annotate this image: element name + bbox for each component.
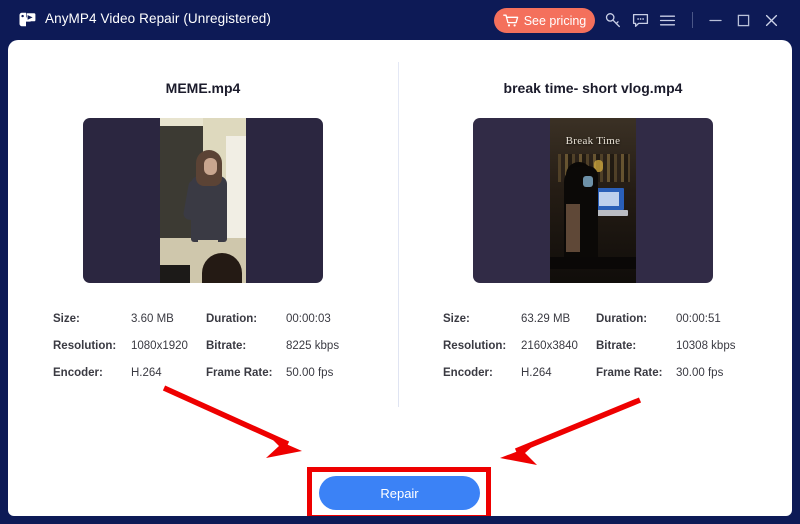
video-title-2: break time- short vlog.mp4: [428, 80, 758, 96]
meta-value-encoder-1: H.264: [131, 359, 206, 386]
hamburger-menu-icon[interactable]: [658, 11, 677, 30]
meta-label-bitrate-2: Bitrate:: [596, 332, 676, 359]
meta-value-size-1: 3.60 MB: [131, 305, 206, 332]
meta-value-duration-1: 00:00:03: [286, 305, 353, 332]
meta-label-resolution-2: Resolution:: [443, 332, 521, 359]
video-card-1: MEME.mp4: [38, 80, 368, 386]
shopping-cart-icon: [503, 14, 519, 28]
table-row: Resolution: 1080x1920 Bitrate: 8225 kbps: [53, 332, 353, 359]
meta-value-encoder-2: H.264: [521, 359, 596, 386]
anymp4-logo-icon: [17, 10, 37, 30]
meta-label-encoder-1: Encoder:: [53, 359, 131, 386]
meta-value-framerate-1: 50.00 fps: [286, 359, 353, 386]
meta-value-duration-2: 00:00:51: [676, 305, 743, 332]
app-title: AnyMP4 Video Repair (Unregistered): [45, 11, 271, 26]
titlebar-separator: [692, 12, 693, 28]
video-thumbnail-1[interactable]: [83, 118, 323, 283]
meta-value-size-2: 63.29 MB: [521, 305, 596, 332]
video-metadata-1: Size: 3.60 MB Duration: 00:00:03 Resolut…: [53, 305, 353, 386]
table-row: Encoder: H.264 Frame Rate: 50.00 fps: [53, 359, 353, 386]
table-row: Size: 3.60 MB Duration: 00:00:03: [53, 305, 353, 332]
meta-label-size-1: Size:: [53, 305, 131, 332]
meta-label-resolution-1: Resolution:: [53, 332, 131, 359]
video-metadata-2: Size: 63.29 MB Duration: 00:00:51 Resolu…: [443, 305, 743, 386]
table-row: Size: 63.29 MB Duration: 00:00:51: [443, 305, 743, 332]
chat-bubble-icon[interactable]: [631, 11, 650, 30]
video-card-2: break time- short vlog.mp4 Break Time: [428, 80, 758, 386]
thumbnail-frame-2: Break Time: [550, 118, 636, 283]
see-pricing-label: See pricing: [524, 14, 587, 28]
meta-label-duration-1: Duration:: [206, 305, 286, 332]
meta-label-framerate-1: Frame Rate:: [206, 359, 286, 386]
meta-value-framerate-2: 30.00 fps: [676, 359, 743, 386]
meta-label-size-2: Size:: [443, 305, 521, 332]
thumbnail-overlay-text-2: Break Time: [550, 135, 636, 147]
repair-button-label: Repair: [380, 486, 418, 501]
meta-value-resolution-1: 1080x1920: [131, 332, 206, 359]
panel-divider: [398, 62, 399, 407]
table-row: Encoder: H.264 Frame Rate: 30.00 fps: [443, 359, 743, 386]
meta-label-bitrate-1: Bitrate:: [206, 332, 286, 359]
meta-label-framerate-2: Frame Rate:: [596, 359, 676, 386]
meta-label-encoder-2: Encoder:: [443, 359, 521, 386]
repair-button[interactable]: Repair: [319, 476, 480, 510]
close-icon[interactable]: [763, 12, 780, 29]
key-icon[interactable]: [604, 11, 623, 30]
table-row: Resolution: 2160x3840 Bitrate: 10308 kbp…: [443, 332, 743, 359]
meta-value-resolution-2: 2160x3840: [521, 332, 596, 359]
thumbnail-frame-1: [160, 118, 246, 283]
video-title-1: MEME.mp4: [38, 80, 368, 96]
see-pricing-button[interactable]: See pricing: [494, 8, 595, 33]
app-window: AnyMP4 Video Repair (Unregistered) See p…: [0, 0, 800, 524]
meta-label-duration-2: Duration:: [596, 305, 676, 332]
title-bar: AnyMP4 Video Repair (Unregistered) See p…: [0, 0, 800, 40]
client-area: MEME.mp4: [8, 40, 792, 516]
video-thumbnail-2[interactable]: Break Time: [473, 118, 713, 283]
minimize-icon[interactable]: [707, 12, 724, 29]
meta-value-bitrate-2: 10308 kbps: [676, 332, 743, 359]
maximize-icon[interactable]: [735, 12, 752, 29]
meta-value-bitrate-1: 8225 kbps: [286, 332, 353, 359]
video-list-container: MEME.mp4: [8, 40, 792, 516]
